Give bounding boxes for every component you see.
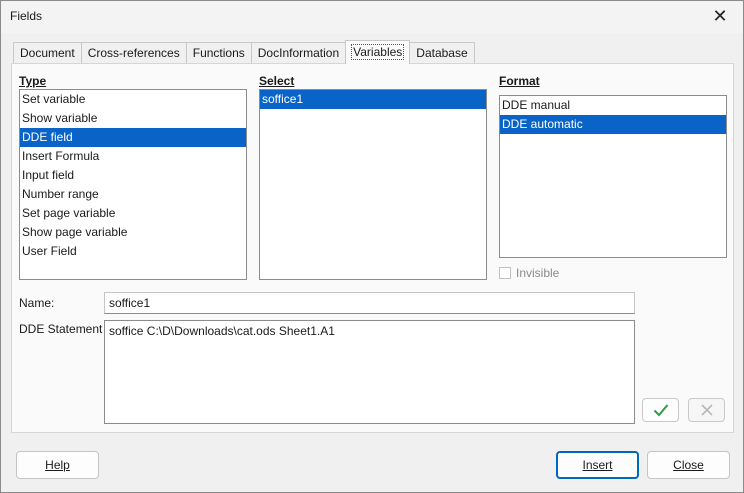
tab-functions[interactable]: Functions bbox=[185, 42, 252, 64]
select-heading: Select bbox=[259, 74, 295, 88]
list-item[interactable]: soffice1 bbox=[260, 90, 486, 109]
list-item[interactable]: Show page variable bbox=[20, 223, 246, 242]
insert-button[interactable]: Insert bbox=[556, 451, 639, 479]
title-bar: Fields ✕ bbox=[1, 1, 743, 33]
tab-variables[interactable]: Variables bbox=[345, 40, 411, 64]
invisible-label: Invisible bbox=[516, 266, 560, 280]
list-item[interactable]: DDE automatic bbox=[500, 115, 726, 134]
fields-dialog: Fields ✕ Document Cross-references Funct… bbox=[0, 0, 744, 493]
apply-button[interactable] bbox=[642, 398, 679, 422]
close-button[interactable]: Close bbox=[647, 451, 730, 479]
format-list[interactable]: DDE manual DDE automatic bbox=[499, 95, 727, 258]
select-list[interactable]: soffice1 bbox=[259, 89, 487, 280]
invisible-checkbox[interactable] bbox=[499, 267, 511, 279]
list-item[interactable]: DDE field bbox=[20, 128, 246, 147]
list-item[interactable]: User Field bbox=[20, 242, 246, 261]
list-item[interactable]: Set page variable bbox=[20, 204, 246, 223]
invisible-checkbox-row: Invisible bbox=[499, 265, 559, 281]
list-item[interactable]: Number range bbox=[20, 185, 246, 204]
close-icon[interactable]: ✕ bbox=[703, 3, 737, 29]
list-item[interactable]: Insert Formula bbox=[20, 147, 246, 166]
tab-document[interactable]: Document bbox=[13, 42, 82, 64]
type-heading: Type bbox=[19, 74, 47, 88]
dde-statement-label: DDE Statement bbox=[19, 322, 103, 336]
dde-statement-textarea[interactable]: soffice C:\D\Downloads\cat.ods Sheet1.A1 bbox=[104, 320, 635, 424]
tab-bar: Document Cross-references Functions DocI… bbox=[13, 40, 475, 64]
list-item[interactable]: Set variable bbox=[20, 90, 246, 109]
window-title: Fields bbox=[10, 9, 43, 23]
type-list[interactable]: Set variable Show variable DDE field Ins… bbox=[19, 89, 247, 280]
x-mark-icon bbox=[700, 404, 713, 416]
format-heading: Format bbox=[499, 74, 540, 88]
name-input[interactable]: soffice1 bbox=[104, 292, 635, 314]
tab-cross-references[interactable]: Cross-references bbox=[80, 42, 187, 64]
list-item[interactable]: Show variable bbox=[20, 109, 246, 128]
help-button[interactable]: Help bbox=[16, 451, 99, 479]
name-label: Name: bbox=[19, 296, 55, 310]
list-item[interactable]: DDE manual bbox=[500, 96, 726, 115]
checkmark-icon bbox=[653, 404, 668, 417]
tab-database[interactable]: Database bbox=[409, 42, 475, 64]
list-item[interactable]: Input field bbox=[20, 166, 246, 185]
tab-docinformation[interactable]: DocInformation bbox=[250, 42, 347, 64]
delete-button[interactable] bbox=[688, 398, 725, 422]
